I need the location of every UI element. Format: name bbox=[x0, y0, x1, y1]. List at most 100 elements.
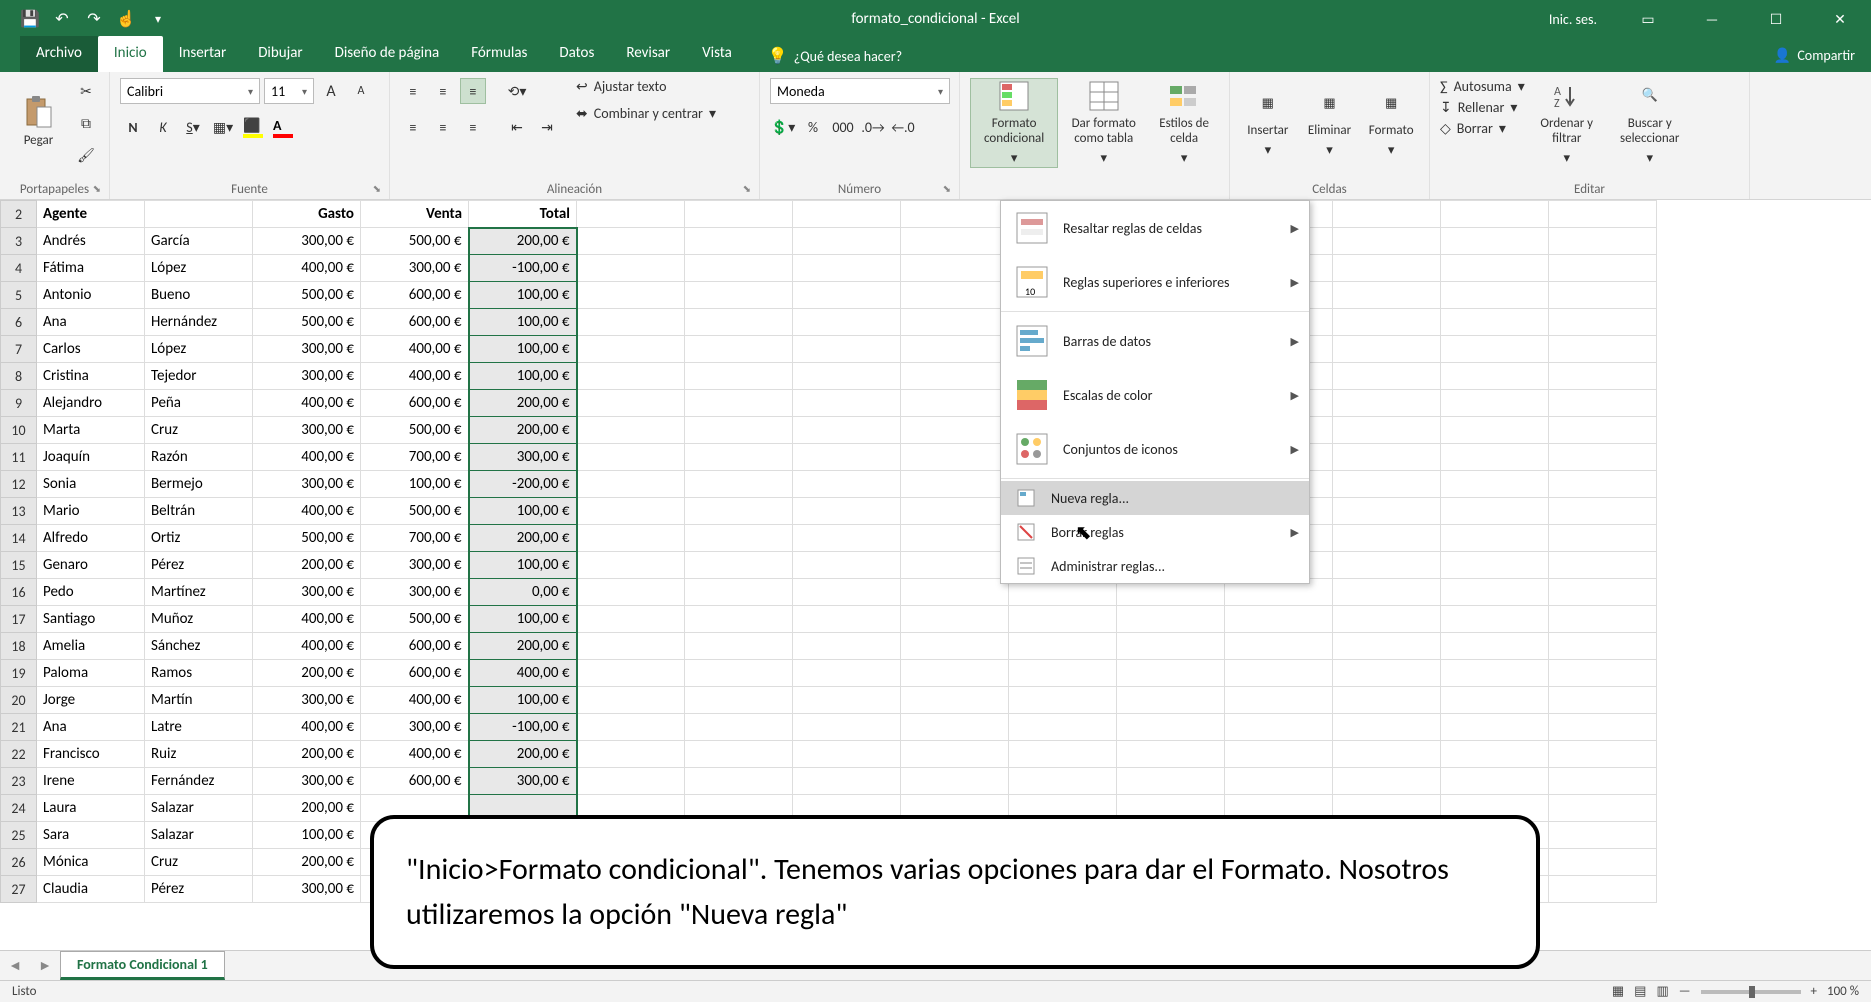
cell[interactable] bbox=[577, 336, 685, 363]
cell[interactable]: Laura bbox=[37, 795, 145, 822]
cell[interactable] bbox=[1441, 309, 1549, 336]
dialog-launcher-icon[interactable]: ⬊ bbox=[93, 182, 101, 195]
cell[interactable] bbox=[1333, 255, 1441, 282]
cf-top-bottom[interactable]: 10 Reglas superiores e inferiores ▶ bbox=[1001, 255, 1309, 309]
cell[interactable]: 700,00 € bbox=[361, 444, 469, 471]
cell[interactable] bbox=[1441, 525, 1549, 552]
cf-data-bars[interactable]: Barras de datos ▶ bbox=[1001, 314, 1309, 368]
cut-icon[interactable]: ✂ bbox=[73, 78, 99, 104]
cell[interactable]: Ruiz bbox=[145, 741, 253, 768]
cell[interactable] bbox=[1549, 444, 1657, 471]
cell[interactable] bbox=[1549, 687, 1657, 714]
sheet-nav-next-icon[interactable]: ► bbox=[30, 957, 60, 974]
cell[interactable] bbox=[1441, 687, 1549, 714]
cell[interactable]: 300,00 € bbox=[253, 336, 361, 363]
cell[interactable] bbox=[1117, 714, 1225, 741]
percent-icon[interactable]: % bbox=[800, 114, 826, 140]
undo-icon[interactable]: ↶ bbox=[52, 9, 72, 29]
qat-customize-icon[interactable]: ▾ bbox=[148, 9, 168, 29]
cell[interactable] bbox=[1441, 768, 1549, 795]
font-size-dropdown[interactable]: 11▾ bbox=[264, 78, 314, 104]
cell[interactable]: 300,00 € bbox=[361, 255, 469, 282]
tab-file[interactable]: Archivo bbox=[20, 36, 98, 72]
cell[interactable] bbox=[1441, 282, 1549, 309]
cell[interactable] bbox=[577, 660, 685, 687]
cell[interactable]: 400,00 € bbox=[253, 390, 361, 417]
cell[interactable] bbox=[685, 741, 793, 768]
tab-data[interactable]: Datos bbox=[543, 36, 610, 72]
cell[interactable] bbox=[1549, 363, 1657, 390]
cell[interactable] bbox=[1549, 633, 1657, 660]
cell[interactable] bbox=[1441, 579, 1549, 606]
cell[interactable] bbox=[901, 525, 1009, 552]
conditional-formatting-button[interactable]: Formato condicional ▾ bbox=[970, 78, 1058, 168]
cell[interactable]: Paloma bbox=[37, 660, 145, 687]
increase-decimal-icon[interactable]: .0→ bbox=[860, 114, 886, 140]
cell-selected[interactable]: 100,00 € bbox=[469, 606, 577, 633]
cell[interactable]: Cruz bbox=[145, 849, 253, 876]
cell[interactable]: Mario bbox=[37, 498, 145, 525]
font-name-dropdown[interactable]: Calibri▾ bbox=[120, 78, 260, 104]
cf-clear-rules[interactable]: Borrar reglas ▶ bbox=[1001, 515, 1309, 549]
cell[interactable]: 500,00 € bbox=[361, 606, 469, 633]
cell[interactable]: 400,00 € bbox=[253, 633, 361, 660]
cell[interactable] bbox=[793, 525, 901, 552]
format-painter-icon[interactable]: 🖌 bbox=[73, 142, 99, 168]
cell[interactable] bbox=[1549, 552, 1657, 579]
cell[interactable] bbox=[901, 201, 1009, 228]
row-header[interactable]: 22 bbox=[1, 741, 37, 768]
maximize-icon[interactable]: ☐ bbox=[1753, 0, 1799, 38]
row-header[interactable]: 17 bbox=[1, 606, 37, 633]
cell[interactable] bbox=[901, 741, 1009, 768]
cell[interactable] bbox=[685, 309, 793, 336]
cell[interactable]: Latre bbox=[145, 714, 253, 741]
cell-selected[interactable]: 300,00 € bbox=[469, 768, 577, 795]
cell[interactable]: Antonio bbox=[37, 282, 145, 309]
dialog-launcher-icon[interactable]: ⬊ bbox=[373, 182, 381, 195]
tab-layout[interactable]: Diseño de página bbox=[319, 36, 456, 72]
cell[interactable] bbox=[1549, 822, 1657, 849]
cell[interactable] bbox=[1441, 660, 1549, 687]
cell[interactable]: 300,00 € bbox=[253, 876, 361, 903]
increase-font-icon[interactable]: A bbox=[318, 78, 344, 104]
font-color-icon[interactable]: A bbox=[270, 114, 296, 140]
cell-selected[interactable]: 400,00 € bbox=[469, 660, 577, 687]
cell[interactable]: 300,00 € bbox=[253, 768, 361, 795]
cell[interactable] bbox=[1333, 768, 1441, 795]
cell[interactable] bbox=[1441, 471, 1549, 498]
find-select-button[interactable]: 🔍Buscar y seleccionar ▾ bbox=[1609, 78, 1691, 168]
ribbon-display-icon[interactable]: ▭ bbox=[1625, 0, 1671, 38]
cell[interactable]: Tejedor bbox=[145, 363, 253, 390]
cell[interactable]: Mónica bbox=[37, 849, 145, 876]
cell[interactable]: 300,00 € bbox=[253, 471, 361, 498]
cell[interactable] bbox=[1333, 336, 1441, 363]
cell[interactable] bbox=[1333, 714, 1441, 741]
cell[interactable] bbox=[1549, 741, 1657, 768]
cell-selected[interactable]: 200,00 € bbox=[469, 390, 577, 417]
cell[interactable] bbox=[685, 201, 793, 228]
cell[interactable] bbox=[793, 336, 901, 363]
cell[interactable]: Cristina bbox=[37, 363, 145, 390]
cell[interactable] bbox=[1333, 687, 1441, 714]
cell[interactable] bbox=[685, 498, 793, 525]
cell[interactable] bbox=[1225, 768, 1333, 795]
cell[interactable] bbox=[1441, 336, 1549, 363]
cell[interactable]: Alejandro bbox=[37, 390, 145, 417]
row-header[interactable]: 12 bbox=[1, 471, 37, 498]
autosum-button[interactable]: ∑Autosuma ▾ bbox=[1440, 78, 1525, 95]
decrease-indent-icon[interactable]: ⇤ bbox=[504, 114, 530, 140]
cell[interactable] bbox=[1009, 714, 1117, 741]
cell[interactable]: Peña bbox=[145, 390, 253, 417]
tab-formulas[interactable]: Fórmulas bbox=[455, 36, 543, 72]
cell[interactable] bbox=[1117, 741, 1225, 768]
increase-indent-icon[interactable]: ⇥ bbox=[534, 114, 560, 140]
cell[interactable] bbox=[1333, 606, 1441, 633]
cell[interactable] bbox=[793, 498, 901, 525]
wrap-text-button[interactable]: ↩Ajustar texto bbox=[576, 78, 716, 95]
cell[interactable]: Joaquín bbox=[37, 444, 145, 471]
cell[interactable]: 300,00 € bbox=[253, 687, 361, 714]
cell[interactable] bbox=[1549, 417, 1657, 444]
cell[interactable]: 500,00 € bbox=[361, 417, 469, 444]
cell[interactable]: Ana bbox=[37, 309, 145, 336]
cell[interactable] bbox=[577, 714, 685, 741]
